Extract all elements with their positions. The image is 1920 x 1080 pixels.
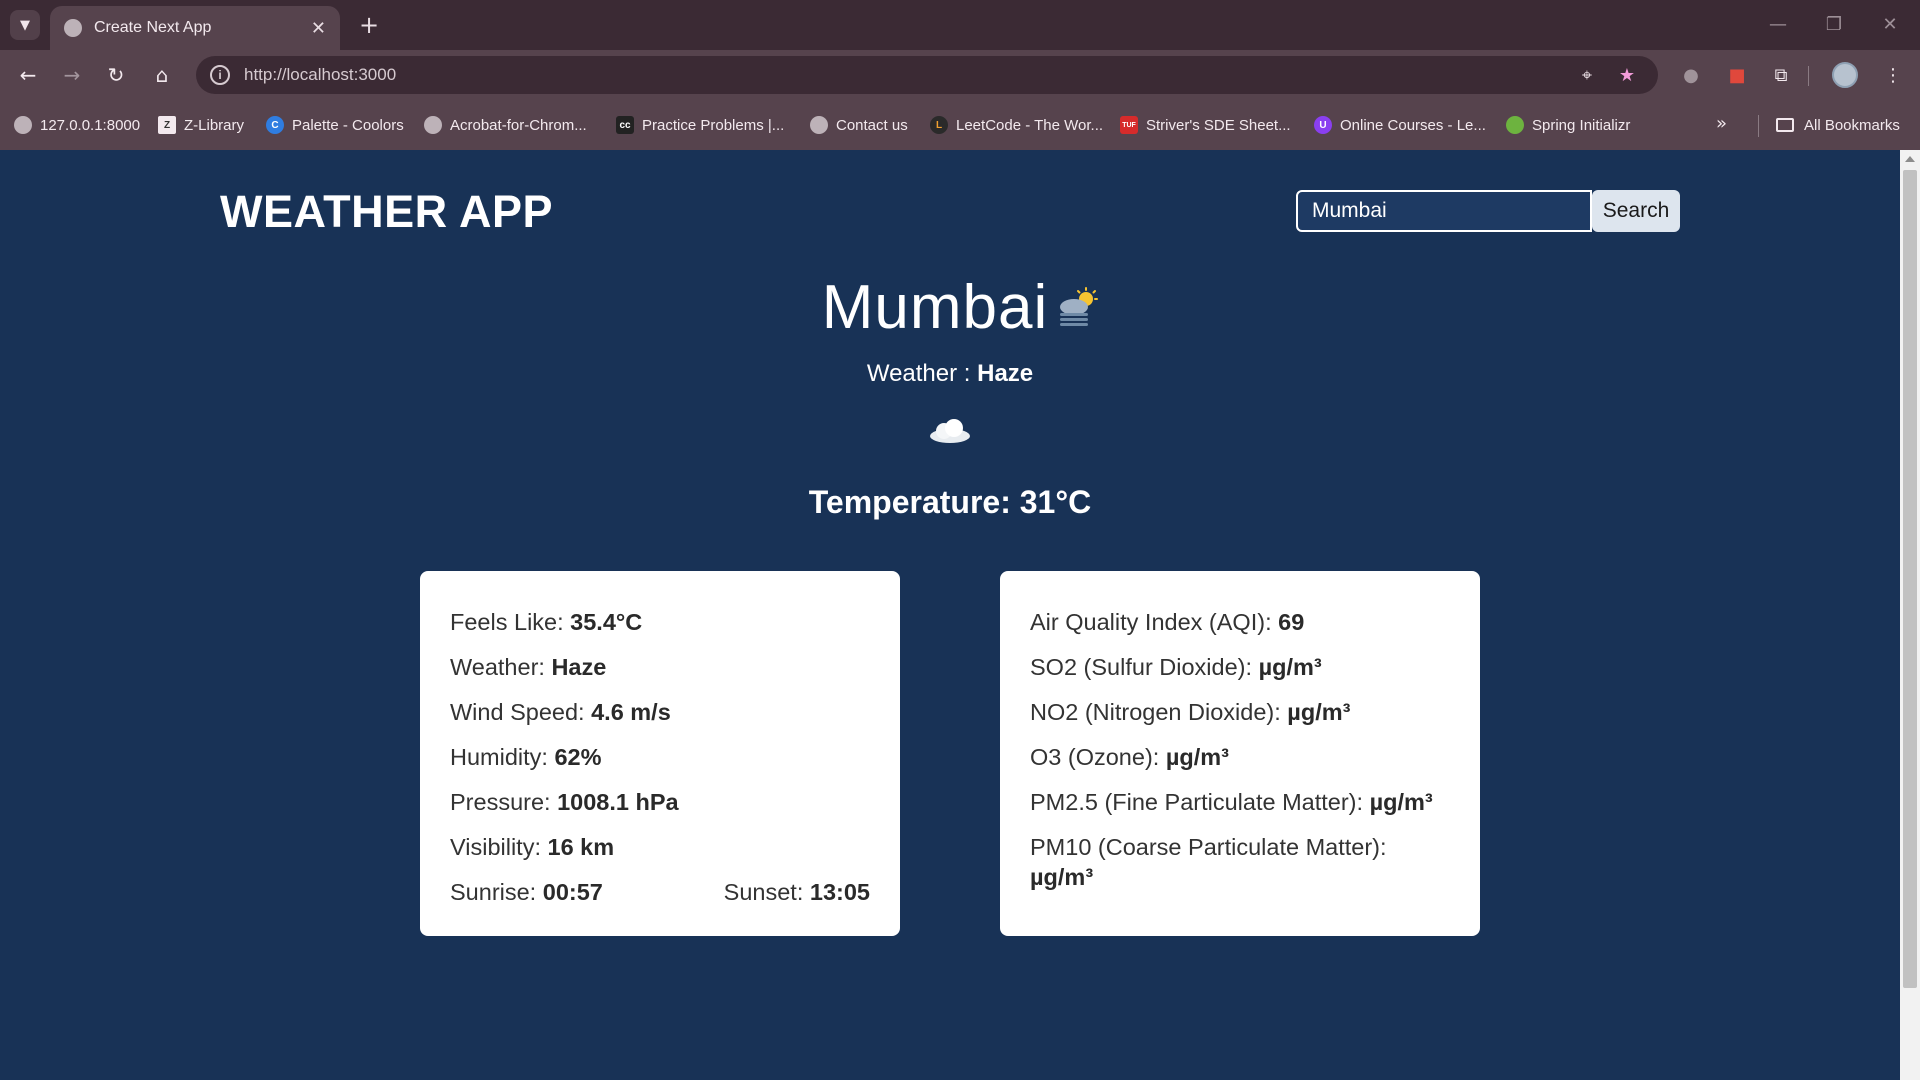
udemy-icon: U bbox=[1314, 116, 1332, 134]
address-bar[interactable]: i http://localhost:3000 bbox=[196, 56, 1658, 94]
home-icon[interactable]: ⌂ bbox=[146, 59, 178, 91]
extension-icon[interactable]: ● bbox=[1676, 60, 1706, 90]
scrollbar-thumb[interactable] bbox=[1903, 170, 1917, 988]
bookmark-item[interactable]: Z Z-Library bbox=[158, 113, 244, 137]
search-button[interactable]: Search bbox=[1592, 190, 1680, 232]
coolors-icon: C bbox=[266, 116, 284, 134]
tab-search-button[interactable]: ▼ bbox=[10, 10, 40, 40]
sun-times-row: Sunrise: 00:57 Sunset: 13:05 bbox=[450, 877, 870, 922]
air-quality-card: Air Quality Index (AQI): 69 SO2 (Sulfur … bbox=[1000, 571, 1480, 936]
back-arrow-icon[interactable]: ← bbox=[12, 59, 44, 91]
bookmark-item[interactable]: C Palette - Coolors bbox=[266, 113, 404, 137]
tab-strip: ▼ Create Next App ✕ + — ❐ ✕ bbox=[0, 0, 1920, 50]
browser-toolbar: ← → ↻ ⌂ i http://localhost:3000 ⌖ ★ ● ■ … bbox=[0, 50, 1920, 100]
zlibrary-icon: Z bbox=[158, 116, 176, 134]
reload-icon[interactable]: ↻ bbox=[100, 59, 132, 91]
bookmark-item[interactable]: Contact us bbox=[810, 113, 908, 137]
forward-arrow-icon[interactable]: → bbox=[56, 59, 88, 91]
tab-title: Create Next App bbox=[94, 19, 212, 36]
pm25-row: PM2.5 (Fine Particulate Matter): µg/m³ bbox=[1030, 789, 1433, 815]
spring-icon bbox=[1506, 116, 1524, 134]
sunrise: Sunrise: 00:57 bbox=[450, 879, 603, 905]
pm10-row: PM10 (Coarse Particulate Matter): µg/m³ bbox=[1030, 834, 1387, 890]
tuf-icon: TUF bbox=[1120, 116, 1138, 134]
bookmark-item[interactable]: Spring Initializr bbox=[1506, 113, 1630, 137]
toolbar-divider bbox=[1808, 66, 1809, 86]
haze-icon bbox=[1060, 286, 1099, 326]
sunset: Sunset: 13:05 bbox=[723, 879, 870, 905]
new-tab-button[interactable]: + bbox=[354, 10, 384, 40]
extension-red-icon[interactable]: ■ bbox=[1722, 60, 1752, 90]
app-title: WEATHER APP bbox=[220, 186, 554, 237]
chevron-down-icon: ▼ bbox=[20, 17, 30, 33]
city-name: Mumbai bbox=[821, 273, 1049, 342]
city-heading: Mumbai bbox=[0, 272, 1900, 343]
folder-icon bbox=[1776, 118, 1794, 132]
bookmark-item[interactable]: Acrobat-for-Chrom... bbox=[424, 113, 587, 137]
close-icon[interactable]: ✕ bbox=[311, 18, 326, 39]
codechef-icon: cc bbox=[616, 116, 634, 134]
chevron-double-right-icon[interactable]: » bbox=[1716, 113, 1727, 134]
restore-icon[interactable]: ❐ bbox=[1816, 8, 1852, 40]
weather-summary: Weather : Haze bbox=[866, 360, 1034, 387]
so2-row: SO2 (Sulfur Dioxide): µg/m³ bbox=[1030, 654, 1322, 680]
scroll-up-arrow-icon[interactable] bbox=[1905, 156, 1915, 162]
avatar[interactable] bbox=[1832, 62, 1858, 88]
all-bookmarks-button[interactable]: All Bookmarks bbox=[1776, 113, 1900, 137]
feels-like-row: Feels Like: 35.4°C bbox=[450, 609, 643, 635]
temperature-heading: Temperature: 31°C bbox=[808, 484, 1092, 520]
info-icon[interactable]: i bbox=[210, 65, 230, 85]
humidity-row: Humidity: 62% bbox=[450, 744, 602, 770]
puzzle-icon[interactable]: ⧉ bbox=[1766, 60, 1796, 90]
star-icon[interactable]: ★ bbox=[1612, 60, 1642, 90]
globe-icon bbox=[14, 116, 32, 134]
globe-icon bbox=[810, 116, 828, 134]
globe-icon bbox=[64, 19, 82, 37]
o3-row: O3 (Ozone): µg/m³ bbox=[1030, 744, 1229, 770]
minimize-icon[interactable]: — bbox=[1760, 8, 1796, 40]
bookmark-item[interactable]: L LeetCode - The Wor... bbox=[930, 113, 1103, 137]
weather-details-card: Feels Like: 35.4°C Weather: Haze Wind Sp… bbox=[420, 571, 900, 936]
close-window-icon[interactable]: ✕ bbox=[1872, 8, 1908, 40]
leetcode-icon: L bbox=[930, 116, 948, 134]
city-search-input[interactable] bbox=[1296, 190, 1592, 232]
globe-icon bbox=[424, 116, 442, 134]
visibility-row: Visibility: 16 km bbox=[450, 834, 615, 860]
aqi-row: Air Quality Index (AQI): 69 bbox=[1030, 609, 1305, 635]
wind-speed-row: Wind Speed: 4.6 m/s bbox=[450, 699, 671, 725]
tab-active[interactable]: Create Next App ✕ bbox=[50, 6, 340, 50]
bookmark-item[interactable]: TUF Striver's SDE Sheet... bbox=[1120, 113, 1291, 137]
location-pin-icon[interactable]: ⌖ bbox=[1572, 60, 1602, 90]
cloud-icon bbox=[930, 419, 970, 443]
no2-row: NO2 (Nitrogen Dioxide): µg/m³ bbox=[1030, 699, 1351, 725]
weather-row: Weather: Haze bbox=[450, 654, 607, 680]
url-text[interactable]: http://localhost:3000 bbox=[244, 65, 396, 85]
bookmark-item[interactable]: 127.0.0.1:8000 bbox=[14, 113, 140, 137]
bookmarks-bar: 127.0.0.1:8000 Z Z-Library C Palette - Coo… bbox=[0, 100, 1920, 150]
bookmark-item[interactable]: cc Practice Problems |... bbox=[616, 113, 784, 137]
bookmarks-divider bbox=[1758, 115, 1759, 137]
bookmark-item[interactable]: U Online Courses - Le... bbox=[1314, 113, 1486, 137]
pressure-row: Pressure: 1008.1 hPa bbox=[450, 789, 679, 815]
kebab-menu-icon[interactable]: ⋮ bbox=[1878, 60, 1908, 90]
